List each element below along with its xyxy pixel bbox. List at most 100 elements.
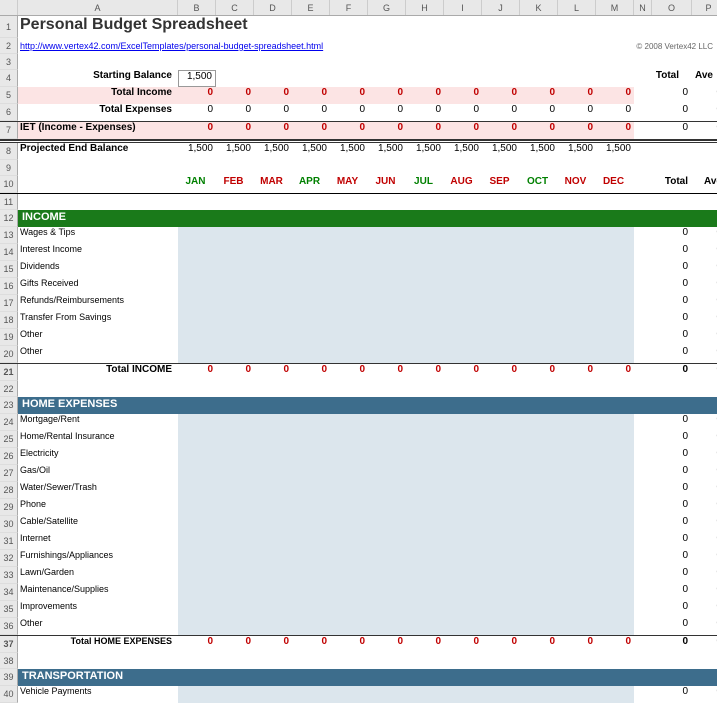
cell[interactable]: 0 xyxy=(292,122,330,139)
row-num[interactable]: 15 xyxy=(0,261,18,278)
cell[interactable]: 1,500 xyxy=(368,143,406,160)
cell[interactable]: 0 xyxy=(216,104,254,121)
col-L[interactable]: L xyxy=(558,0,596,15)
cell[interactable]: 0 xyxy=(692,312,717,329)
list-item[interactable]: Other xyxy=(18,346,178,363)
row-num[interactable]: 9 xyxy=(0,160,18,176)
cell[interactable]: 0 xyxy=(692,329,717,346)
data-cells[interactable] xyxy=(178,244,634,261)
col-F[interactable]: F xyxy=(330,0,368,15)
cell[interactable]: 0 xyxy=(406,87,444,104)
row-num[interactable]: 7 xyxy=(0,122,18,139)
cell[interactable]: 0 xyxy=(652,87,692,104)
cell[interactable]: 0 xyxy=(692,533,717,550)
data-cells[interactable] xyxy=(178,431,634,448)
row-num[interactable]: 28 xyxy=(0,482,18,499)
row-num[interactable]: 4 xyxy=(0,70,18,87)
data-cells[interactable] xyxy=(178,499,634,516)
cell[interactable]: 0 xyxy=(406,364,444,381)
cell[interactable]: 0 xyxy=(520,104,558,121)
list-item[interactable]: Vehicle Payments xyxy=(18,686,178,703)
row-num[interactable]: 11 xyxy=(0,194,18,210)
cell[interactable]: 0 xyxy=(368,87,406,104)
row-num[interactable]: 8 xyxy=(0,143,18,160)
row-num[interactable]: 20 xyxy=(0,346,18,363)
cell[interactable]: 0 xyxy=(652,431,692,448)
row-num[interactable]: 26 xyxy=(0,448,18,465)
cell[interactable]: 0 xyxy=(520,122,558,139)
cell[interactable]: 0 xyxy=(692,244,717,261)
list-item[interactable]: Transfer From Savings xyxy=(18,312,178,329)
cell[interactable]: 1,500 xyxy=(330,143,368,160)
cell[interactable]: 0 xyxy=(692,550,717,567)
cell[interactable]: 0 xyxy=(596,122,634,139)
cell[interactable]: 0 xyxy=(652,448,692,465)
cell[interactable]: 0 xyxy=(292,636,330,653)
cell[interactable]: 0 xyxy=(692,346,717,363)
cell[interactable]: 0 xyxy=(692,227,717,244)
cell[interactable]: 0 xyxy=(216,636,254,653)
cell[interactable]: 0 xyxy=(652,533,692,550)
cell[interactable]: 0 xyxy=(254,87,292,104)
row-num[interactable]: 5 xyxy=(0,87,18,104)
row-num[interactable]: 31 xyxy=(0,533,18,550)
cell[interactable]: 0 xyxy=(652,295,692,312)
cell[interactable]: 1,500 xyxy=(520,143,558,160)
row-num[interactable]: 35 xyxy=(0,601,18,618)
cell[interactable]: 0 xyxy=(652,329,692,346)
list-item[interactable]: Refunds/Reimbursements xyxy=(18,295,178,312)
col-K[interactable]: K xyxy=(520,0,558,15)
cell[interactable]: 0 xyxy=(692,295,717,312)
col-M[interactable]: M xyxy=(596,0,634,15)
cell[interactable]: 0 xyxy=(652,227,692,244)
cell[interactable]: 0 xyxy=(596,364,634,381)
cell[interactable]: 0 xyxy=(692,584,717,601)
cell[interactable]: 0 xyxy=(254,364,292,381)
col-D[interactable]: D xyxy=(254,0,292,15)
row-num[interactable]: 27 xyxy=(0,465,18,482)
row-num[interactable]: 30 xyxy=(0,516,18,533)
list-item[interactable]: Maintenance/Supplies xyxy=(18,584,178,601)
cell[interactable]: 0 xyxy=(692,104,717,121)
cell[interactable]: 0 xyxy=(330,87,368,104)
cell[interactable]: 1,500 xyxy=(254,143,292,160)
cell[interactable]: 1,500 xyxy=(292,143,330,160)
data-cells[interactable] xyxy=(178,295,634,312)
row-num[interactable]: 34 xyxy=(0,584,18,601)
row-num[interactable]: 6 xyxy=(0,104,18,121)
cell[interactable]: 0 xyxy=(482,87,520,104)
cell[interactable]: 1,500 xyxy=(406,143,444,160)
row-num[interactable]: 32 xyxy=(0,550,18,567)
row-num[interactable]: 12 xyxy=(0,210,18,227)
row-num[interactable]: 25 xyxy=(0,431,18,448)
cell[interactable]: 0 xyxy=(596,636,634,653)
cell[interactable]: 0 xyxy=(692,431,717,448)
cell[interactable]: 0 xyxy=(482,122,520,139)
cell[interactable]: 0 xyxy=(216,364,254,381)
cell[interactable]: 0 xyxy=(178,104,216,121)
cell[interactable]: 0 xyxy=(330,122,368,139)
data-cells[interactable] xyxy=(178,414,634,431)
cell[interactable]: 0 xyxy=(444,87,482,104)
cell[interactable]: 0 xyxy=(596,104,634,121)
list-item[interactable]: Home/Rental Insurance xyxy=(18,431,178,448)
cell[interactable]: 0 xyxy=(558,87,596,104)
list-item[interactable]: Dividends xyxy=(18,261,178,278)
cell[interactable]: 0 xyxy=(178,87,216,104)
row-num[interactable]: 33 xyxy=(0,567,18,584)
data-cells[interactable] xyxy=(178,312,634,329)
col-H[interactable]: H xyxy=(406,0,444,15)
list-item[interactable]: Furnishings/Appliances xyxy=(18,550,178,567)
list-item[interactable]: Internet xyxy=(18,533,178,550)
cell[interactable]: 0 xyxy=(254,636,292,653)
cell[interactable]: 0 xyxy=(444,636,482,653)
cell[interactable]: 0 xyxy=(368,364,406,381)
cell[interactable]: 0 xyxy=(406,104,444,121)
cell[interactable]: 0 xyxy=(692,618,717,635)
template-link[interactable]: http://www.vertex42.com/ExcelTemplates/p… xyxy=(20,41,323,51)
cell[interactable]: 0 xyxy=(406,122,444,139)
data-cells[interactable] xyxy=(178,278,634,295)
list-item[interactable]: Electricity xyxy=(18,448,178,465)
list-item[interactable]: Improvements xyxy=(18,601,178,618)
cell[interactable]: 0 xyxy=(652,364,692,381)
